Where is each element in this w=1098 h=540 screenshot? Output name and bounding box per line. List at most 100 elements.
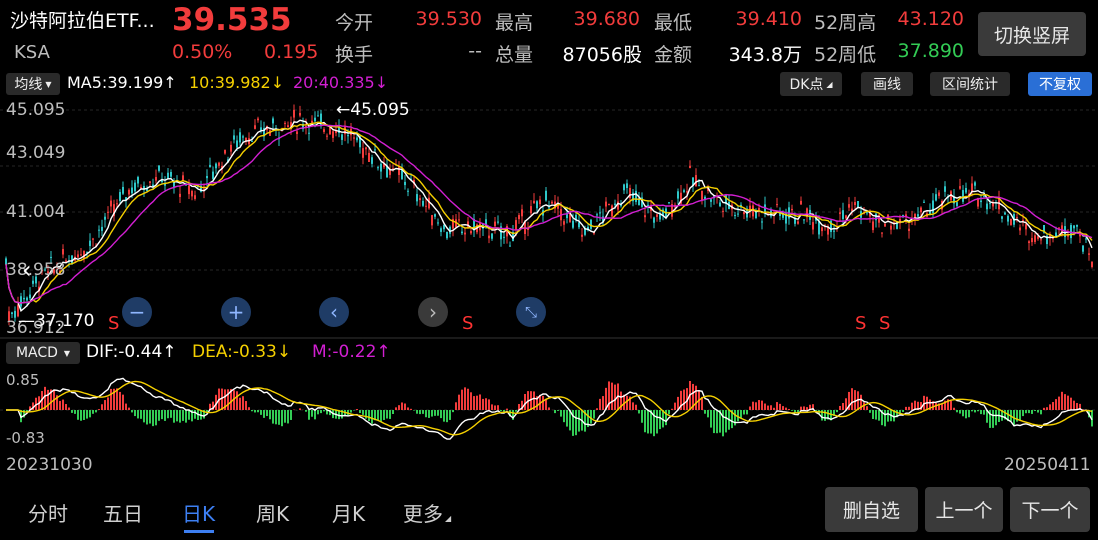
turnover-value: -- [468, 40, 482, 62]
candle-body [710, 199, 712, 202]
candle-body [350, 128, 352, 136]
candle-body [1049, 234, 1051, 239]
candle-body [407, 190, 409, 192]
candle-body [32, 280, 34, 284]
candle-body [779, 210, 781, 216]
candle-body [281, 129, 283, 131]
candle-body [893, 222, 895, 224]
candle-body [101, 226, 103, 231]
ma10-line [5, 121, 1093, 304]
candle-body [659, 214, 661, 220]
tab-intraday[interactable]: 分时 [28, 498, 68, 527]
candle-body [998, 197, 1000, 210]
candle-body [977, 198, 979, 207]
candle-body [587, 226, 589, 231]
candle-body [554, 201, 556, 209]
tab-weekly-k[interactable]: 周K [256, 498, 289, 527]
candle-body [401, 169, 403, 180]
candle-body [563, 221, 565, 225]
shrink-icon[interactable]: ⤡ [516, 297, 546, 327]
candle-body [164, 183, 166, 186]
candle-body [341, 134, 343, 140]
candle-body [590, 219, 592, 229]
ma-select[interactable]: 均线 ▼ [6, 73, 60, 95]
candle-body [434, 214, 436, 217]
candle-body [551, 201, 553, 204]
candle-body [887, 214, 889, 219]
candle-body [95, 245, 97, 248]
candle-body [494, 221, 496, 227]
candle-body [971, 183, 973, 192]
volume-value: 87056股 [562, 44, 642, 66]
security-code: KSA [14, 42, 50, 63]
candle-body [644, 215, 646, 218]
switch-portrait-button[interactable]: 切换竖屏 [978, 12, 1086, 56]
zoom-in-icon[interactable]: + [221, 297, 251, 327]
candle-body [755, 210, 757, 219]
candle-body [692, 177, 694, 186]
tab-more[interactable]: 更多 ◢ [403, 498, 451, 527]
candle-body [848, 204, 850, 208]
candle-body [770, 210, 772, 217]
candle-body [284, 122, 286, 124]
candle-body [1001, 216, 1003, 219]
dif-line [6, 377, 1093, 440]
candle-body [176, 179, 178, 181]
candle-body [842, 210, 844, 220]
candle-body [1007, 215, 1009, 222]
candle-body [626, 183, 628, 189]
candle-body [743, 211, 745, 215]
price-chart[interactable] [0, 0, 1098, 440]
no-adjust-button[interactable]: 不复权 [1028, 72, 1092, 96]
candle-body [740, 204, 742, 208]
chevron-left-icon[interactable]: ‹ [22, 256, 32, 284]
candle-body [263, 128, 265, 137]
min-price-label: 37.170 [35, 311, 95, 331]
candle-body [1070, 225, 1072, 239]
candle-body [218, 162, 220, 166]
scroll-right-icon[interactable]: › [418, 297, 448, 327]
candle-body [512, 232, 514, 242]
ma20-value: 20:40.335↓ [293, 73, 389, 92]
zoom-out-icon[interactable]: − [122, 297, 152, 327]
candle-body [413, 179, 415, 184]
candle-body [905, 214, 907, 217]
candle-body [896, 222, 898, 229]
range-stats-button[interactable]: 区间统计 [930, 72, 1010, 96]
dk-point-button[interactable]: DK点 ◢ [780, 72, 842, 96]
candle-body [272, 118, 274, 124]
candle-body [293, 109, 295, 118]
candle-body [290, 122, 292, 130]
candle-body [878, 215, 880, 223]
candle-body [227, 159, 229, 163]
candle-body [962, 190, 964, 202]
candle-body [380, 163, 382, 172]
candle-body [110, 200, 112, 207]
remove-watchlist-button[interactable]: 删自选 [825, 487, 918, 532]
candle-body [404, 181, 406, 186]
tab-daily-k[interactable]: 日K [182, 498, 215, 527]
tab-five-day[interactable]: 五日 [103, 498, 143, 527]
candle-body [995, 202, 997, 204]
next-button[interactable]: 下一个 [1010, 487, 1090, 532]
candle-body [269, 130, 271, 136]
candle-body [533, 200, 535, 204]
candle-body [671, 204, 673, 217]
candle-body [833, 230, 835, 232]
previous-button[interactable]: 上一个 [925, 487, 1003, 532]
candle-body [737, 213, 739, 215]
candle-body [455, 219, 457, 228]
candle-body [854, 202, 856, 206]
candle-body [509, 245, 511, 247]
y-tick-label: 38.958 [6, 260, 66, 280]
candle-body [773, 213, 775, 216]
candle-body [1037, 236, 1039, 239]
draw-line-button[interactable]: 画线 [861, 72, 913, 96]
candle-body [317, 115, 319, 117]
macd-m: M:-0.22↑ [312, 342, 391, 362]
candle-body [845, 215, 847, 219]
macd-select[interactable]: MACD ▼ [6, 342, 80, 364]
scroll-left-icon[interactable]: ‹ [319, 297, 349, 327]
candle-body [503, 236, 505, 238]
tab-monthly-k[interactable]: 月K [332, 498, 365, 527]
